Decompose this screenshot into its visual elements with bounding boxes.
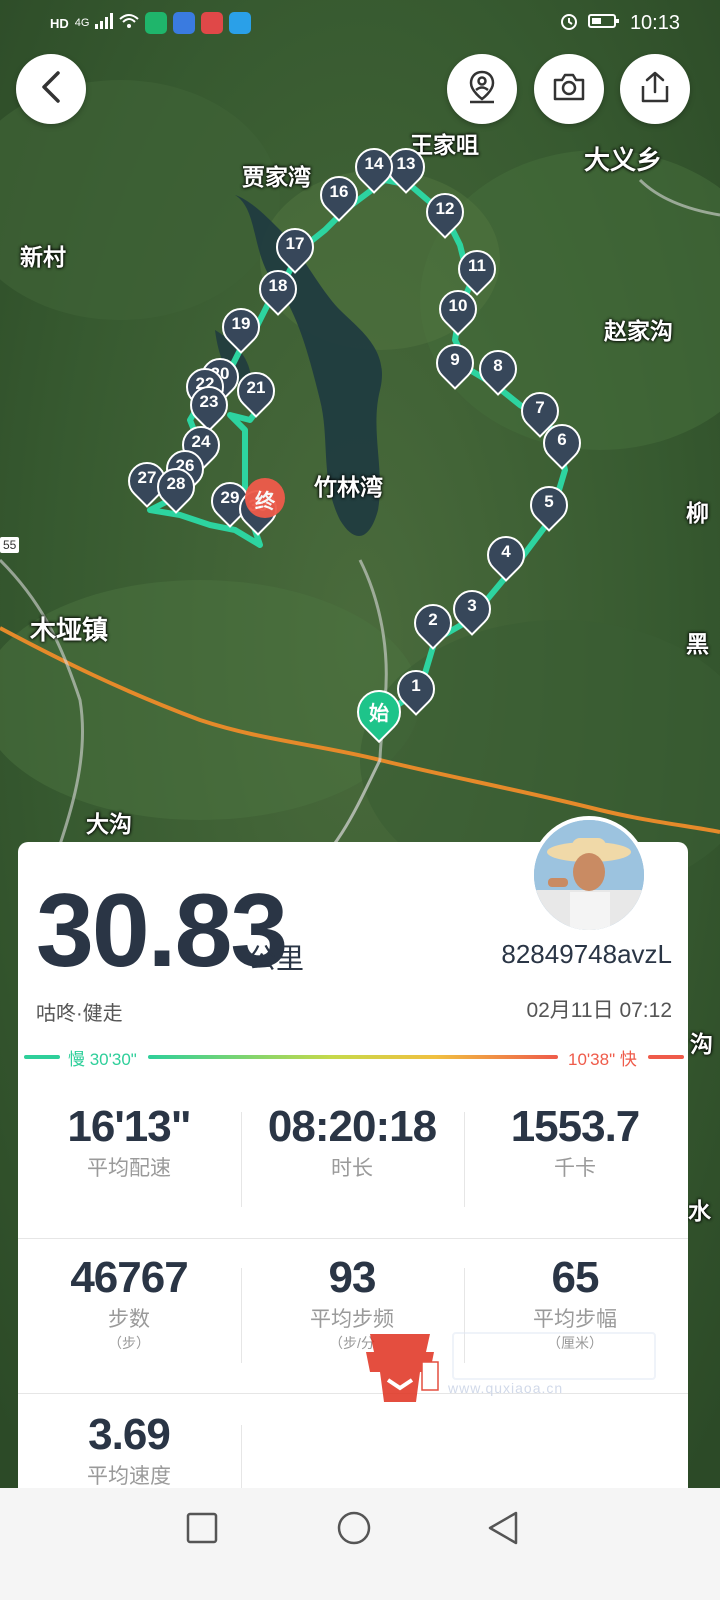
- alarm-icon: [560, 12, 578, 35]
- share-icon: [638, 70, 672, 109]
- start-marker[interactable]: 始: [347, 680, 411, 744]
- place-label: 赵家沟: [604, 318, 673, 344]
- camera-icon: [551, 71, 587, 108]
- route-marker-label: 3: [467, 596, 477, 615]
- route-marker-8[interactable]: 8: [471, 342, 525, 398]
- route-marker-label: 16: [329, 182, 349, 201]
- route-marker-label: 2: [428, 610, 438, 629]
- route-marker-label: 1: [411, 676, 421, 695]
- route-marker-11[interactable]: 11: [450, 242, 504, 298]
- status-left: HD 4G: [50, 12, 252, 34]
- system-nav-bar: [0, 1488, 720, 1600]
- route-marker-5[interactable]: 5: [522, 478, 576, 534]
- end-label: 终: [255, 491, 275, 513]
- place-label: 柳: [686, 500, 709, 526]
- route-marker-1[interactable]: 1: [389, 662, 443, 718]
- back-chevron-icon: [38, 70, 64, 109]
- status-right: 10:13: [560, 12, 680, 35]
- route-marker-label: 10: [448, 296, 468, 315]
- route-marker-18[interactable]: 18: [251, 262, 305, 318]
- route-marker-21[interactable]: 21: [229, 364, 283, 420]
- recent-apps-button[interactable]: [186, 1512, 220, 1546]
- place-label: 贾家湾: [242, 164, 311, 190]
- square-recent-icon: [186, 1512, 218, 1544]
- camera-button[interactable]: [534, 54, 604, 124]
- hd-icon: HD: [50, 15, 69, 31]
- avatar[interactable]: [530, 816, 648, 934]
- route-marker-3[interactable]: 3: [445, 582, 499, 638]
- home-button[interactable]: [336, 1510, 372, 1546]
- watermark: www.quxiaoa.cn: [360, 1328, 660, 1408]
- sport-type: 咕咚·健走: [36, 1003, 123, 1025]
- place-label: 沟: [690, 1031, 713, 1057]
- signal-bars-icon: [95, 12, 114, 34]
- route-marker-16[interactable]: 16: [312, 168, 366, 224]
- route-marker-label: 18: [268, 276, 288, 295]
- start-label: 始: [369, 703, 389, 725]
- route-marker-28[interactable]: 28: [149, 460, 203, 516]
- route-marker-label: 21: [246, 378, 266, 397]
- workout-date: 02月11日 07:12: [526, 999, 672, 1022]
- route-marker-17[interactable]: 17: [268, 220, 322, 276]
- place-label: 黑: [686, 631, 709, 657]
- 4g-signal-icon: 4G: [74, 17, 90, 29]
- place-label: 竹林湾: [314, 474, 383, 500]
- place-label: 木垭镇: [30, 615, 109, 645]
- app-icon-1: [145, 12, 168, 34]
- route-marker-label: 11: [468, 256, 486, 275]
- location-button[interactable]: [447, 54, 517, 124]
- pace-fast-label: 10'38" 快: [568, 1050, 637, 1069]
- route-marker-label: 9: [450, 350, 460, 369]
- username[interactable]: 82849748avzL: [501, 939, 672, 970]
- end-marker[interactable]: 终: [245, 478, 285, 518]
- pace-slow-label: 慢 30'30": [68, 1050, 137, 1069]
- app-icon-3: [201, 12, 224, 34]
- place-label: 大沟: [86, 811, 132, 837]
- route-marker-label: 12: [435, 199, 455, 218]
- route-marker-12[interactable]: 12: [418, 185, 472, 241]
- route-marker-label: 5: [544, 492, 554, 511]
- watermark-logo-icon: [366, 1334, 439, 1402]
- battery-icon: [587, 13, 620, 34]
- route-marker-label: 28: [166, 474, 186, 493]
- route-marker-7[interactable]: 7: [513, 384, 567, 440]
- back-button[interactable]: [16, 54, 86, 124]
- location-person-icon: [464, 69, 500, 110]
- circle-home-icon: [337, 1511, 371, 1545]
- status-time: 10:13: [629, 12, 680, 34]
- status-bar: HD 4G 10:13: [0, 0, 720, 46]
- route-marker-19[interactable]: 19: [214, 300, 268, 356]
- triangle-back-icon: [488, 1511, 518, 1545]
- route-marker-14[interactable]: 14: [347, 140, 401, 196]
- app-icon-4: [229, 12, 252, 34]
- route-marker-4[interactable]: 4: [479, 528, 533, 584]
- road-number-badge: 55: [0, 537, 20, 553]
- route-marker-label: 7: [535, 398, 545, 417]
- watermark-url: www.quxiaoa.cn: [448, 1380, 564, 1396]
- share-button[interactable]: [620, 54, 690, 124]
- route-marker-label: 4: [501, 542, 511, 561]
- distance-unit: 公里: [248, 943, 305, 974]
- route-marker-label: 8: [493, 356, 503, 375]
- back-nav-button[interactable]: [486, 1510, 522, 1546]
- route-marker-label: 17: [285, 234, 305, 253]
- route-marker-9[interactable]: 9: [428, 336, 482, 392]
- route-marker-2[interactable]: 2: [406, 596, 460, 652]
- route-marker-label: 19: [231, 314, 251, 333]
- place-label: 大义乡: [584, 145, 663, 175]
- place-label: 新村: [20, 244, 66, 270]
- app-icon-2: [173, 12, 196, 34]
- place-label: 水: [688, 1198, 711, 1224]
- route-marker-label: 14: [364, 154, 384, 173]
- pace-range-bar: 慢 30'30" 10'38" 快: [24, 1047, 684, 1069]
- route-marker-label: 23: [199, 392, 219, 411]
- wifi-icon: [119, 13, 140, 34]
